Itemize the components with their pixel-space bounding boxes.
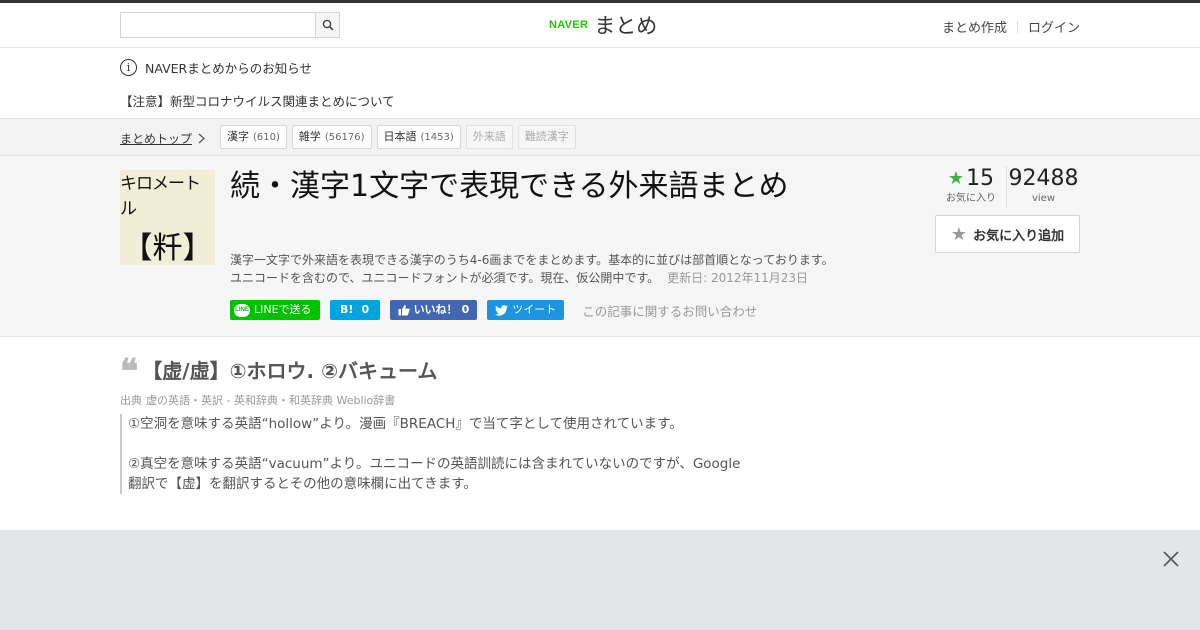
- add-favorite-button[interactable]: ★ お気に入り追加: [935, 215, 1080, 253]
- tag-label: 雑学: [298, 130, 321, 143]
- site-logo[interactable]: NAVER まとめ: [549, 11, 657, 39]
- tag-zatsugaku[interactable]: 雑学 (56176): [291, 125, 372, 149]
- notice-section: i NAVERまとめからのお知らせ 【注意】新型コロナウイルス関連まとめについて: [0, 48, 1200, 118]
- updated-date: 更新日: 2012年11月23日: [667, 271, 809, 285]
- breadcrumb: まとめトップ 漢字 (610) 雑学 (56176) 日本語 (1453) 外来語 難…: [0, 118, 1200, 156]
- tag-kanji[interactable]: 漢字 (610): [220, 125, 287, 149]
- tag-list: 漢字 (610) 雑学 (56176) 日本語 (1453) 外来語 難読漢字: [220, 125, 576, 149]
- article-description: 漢字一文字で外来語を表現できる漢字のうち4-6画までをまとめます。基本的に並びは…: [230, 251, 870, 287]
- inquiry-link[interactable]: この記事に関するお問い合わせ: [582, 301, 757, 320]
- add-favorite-label: お気に入り追加: [973, 228, 1065, 244]
- hatena-icon: B!: [340, 303, 354, 316]
- line-share-label: LINEで送る: [254, 303, 312, 316]
- breadcrumb-home-label: まとめトップ: [120, 132, 193, 146]
- close-icon[interactable]: [1160, 548, 1182, 570]
- facebook-like-label: いいね！: [413, 303, 458, 316]
- source-label: 出典: [120, 394, 142, 407]
- tweet-button[interactable]: ツイート: [487, 300, 565, 320]
- matome-item: ❝ 【虚/虛】①ホロウ. ②バキューム 出典 虚の英語・英訳 - 英和辞典・和英辞…: [120, 355, 820, 494]
- breadcrumb-home[interactable]: まとめトップ: [120, 130, 205, 147]
- favorite-label: お気に入り: [946, 193, 996, 204]
- create-matome-link[interactable]: まとめ作成: [942, 17, 1007, 36]
- search-input[interactable]: [121, 13, 315, 37]
- notice-link[interactable]: 【注意】新型コロナウイルス関連まとめについて: [120, 91, 395, 110]
- article-thumbnail: キロメートル 【粁】: [120, 170, 215, 266]
- tag-label: 外来語: [472, 130, 506, 143]
- quote-icon: ❝: [120, 351, 139, 392]
- thumbnail-text-bottom: 【粁】: [122, 230, 213, 266]
- tag-label: 漢字: [227, 130, 249, 143]
- favorite-stat: ★ 15 お気に入り: [936, 166, 1006, 208]
- divider: [1016, 20, 1018, 33]
- facebook-like-button[interactable]: いいね！ 0: [389, 300, 478, 320]
- site-header: NAVER まとめ まとめ作成 ログイン: [0, 3, 1200, 48]
- hatena-bookmark-button[interactable]: B! 0: [329, 300, 380, 320]
- notice-header: i NAVERまとめからのお知らせ: [120, 58, 312, 77]
- twitter-bird-icon: [495, 304, 509, 316]
- item-source: 出典 虚の英語・英訳 - 英和辞典・和英辞典 Weblio辞書: [120, 392, 820, 408]
- quote-line: ②真空を意味する英語“vacuum”より。ユニコードの英語訓読には含まれていない…: [128, 456, 741, 472]
- star-icon: ★: [947, 168, 965, 189]
- tag-nihongo[interactable]: 日本語 (1453): [376, 125, 461, 149]
- page-title: 続・漢字1文字で表現できる外来語まとめ: [230, 169, 789, 204]
- quote-paragraph: ①空洞を意味する英語“hollow”より。漫画『BREACH』で当て字として使用…: [128, 416, 683, 432]
- tag-label: 日本語: [383, 130, 417, 143]
- favorite-count-row: ★ 15: [936, 166, 1006, 192]
- quote-line-2: 翻訳で【虚】を翻訳するとその他の意味欄に出てきます。: [128, 476, 477, 492]
- chevron-right-icon: [198, 133, 205, 144]
- search-box: [120, 12, 340, 38]
- notice-title: NAVERまとめからのお知らせ: [145, 61, 312, 76]
- view-count: 92488: [1008, 166, 1079, 191]
- favorite-count: 15: [966, 166, 995, 191]
- tag-gairaigo[interactable]: 外来語: [465, 125, 513, 149]
- tag-count: (1453): [420, 132, 454, 143]
- description-line-2: ユニコードを含むので、ユニコードフォントが必須です。現在、仮公開中です。 更新日:…: [230, 269, 870, 287]
- item-heading: ❝ 【虚/虛】①ホロウ. ②バキューム: [120, 351, 820, 392]
- item-quote: ①空洞を意味する英語“hollow”より。漫画『BREACH』で当て字として使用…: [120, 414, 760, 494]
- tag-nandoku-kanji[interactable]: 難読漢字: [517, 125, 576, 149]
- like-icon: [398, 304, 410, 316]
- description-line: 漢字一文字で外来語を表現できる漢字のうち4-6画までをまとめます。基本的に並びは…: [230, 253, 834, 267]
- login-link[interactable]: ログイン: [1028, 17, 1080, 36]
- facebook-like-count: 0: [461, 303, 470, 316]
- header-links: まとめ作成 ログイン: [942, 17, 1080, 36]
- tag-count: (56176): [324, 132, 365, 143]
- info-icon: i: [120, 59, 137, 76]
- hatena-count: 0: [361, 303, 370, 316]
- bottom-ad-area: [0, 530, 1200, 630]
- tag-label: 難読漢字: [524, 130, 569, 143]
- search-button[interactable]: [315, 13, 339, 37]
- logo-matome: まとめ: [594, 14, 658, 38]
- tweet-label: ツイート: [512, 303, 557, 316]
- source-link[interactable]: 虚の英語・英訳 - 英和辞典・和英辞典 Weblio辞書: [146, 394, 395, 407]
- star-icon: ★: [950, 223, 968, 245]
- view-stat: 92488 view: [1006, 166, 1080, 208]
- tag-count: (610): [253, 132, 280, 143]
- thumbnail-text-top: キロメートル: [120, 173, 201, 219]
- logo-naver: NAVER: [549, 19, 589, 31]
- item-heading-text: 【虚/虛】①ホロウ. ②バキューム: [142, 359, 438, 383]
- line-icon: LINE: [234, 303, 250, 317]
- view-label: view: [1031, 193, 1056, 204]
- description-text: ユニコードを含むので、ユニコードフォントが必須です。現在、仮公開中です。: [230, 271, 660, 285]
- article-header: キロメートル 【粁】 続・漢字1文字で表現できる外来語まとめ 漢字一文字で外来語…: [0, 156, 1200, 337]
- quote-paragraph-2: ②真空を意味する英語“vacuum”より。ユニコードの英語訓読には含まれていない…: [128, 454, 760, 494]
- article-stats: ★ 15 お気に入り 92488 view: [936, 166, 1080, 208]
- share-buttons: LINE LINEで送る B! 0 いいね！ 0 ツイート この記事に関するお問…: [230, 300, 757, 320]
- line-share-button[interactable]: LINE LINEで送る: [230, 300, 320, 320]
- search-icon: [322, 19, 334, 31]
